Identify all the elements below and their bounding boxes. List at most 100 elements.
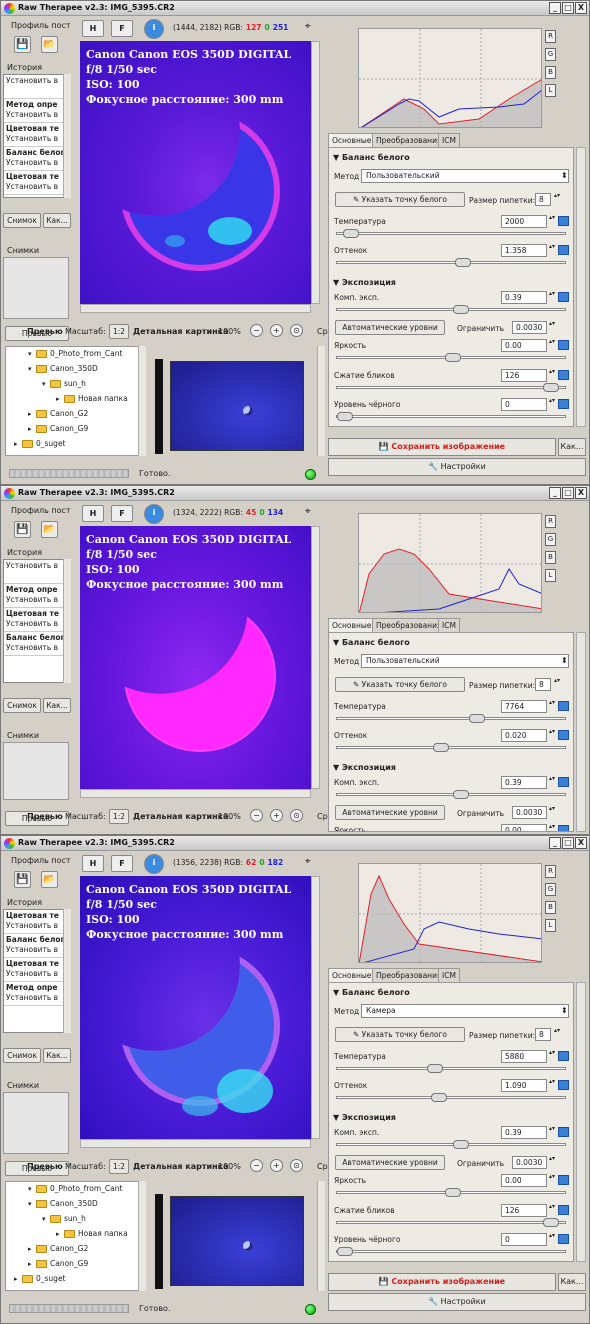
image-hscroll[interactable]	[80, 789, 311, 798]
method-dropdown[interactable]: Пользовательский	[361, 654, 569, 668]
history-item[interactable]: Цветовая те Установить в	[4, 958, 70, 982]
pick-white-button[interactable]: ✎ Указать точку белого	[335, 192, 465, 207]
info-icon[interactable]: i	[144, 854, 164, 874]
open-profile-icon[interactable]: 📂	[41, 36, 58, 53]
tint-reset-icon[interactable]	[558, 730, 569, 740]
history-item[interactable]: Баланс белог Установить в	[4, 934, 70, 958]
zoom-fit-icon[interactable]: ⊙	[290, 809, 303, 822]
expanded-arrow-icon[interactable]: ▾	[28, 1183, 36, 1196]
temperature-reset-icon[interactable]	[558, 701, 569, 711]
pipette-size-value[interactable]: 8	[535, 1028, 551, 1041]
black-level-stepper[interactable]: ▴▾	[548, 398, 556, 411]
exposure-comp-slider[interactable]	[336, 1140, 566, 1149]
history-nav-h-button[interactable]: H	[82, 855, 104, 872]
brightness-slider[interactable]	[336, 1188, 566, 1197]
black-level-slider[interactable]	[336, 412, 566, 421]
history-item[interactable]: Баланс белог Установить в	[4, 147, 70, 171]
pipette-size-stepper[interactable]: ▴▾	[553, 193, 561, 206]
tree-folder-item[interactable]: ▾ Canon_350D	[28, 362, 98, 375]
maximize-button[interactable]: □	[562, 487, 574, 499]
minimize-button[interactable]: _	[549, 2, 561, 14]
tint-slider-knob[interactable]	[431, 1093, 447, 1102]
tree-folder-item[interactable]: ▸ Новая папка	[56, 392, 128, 405]
tab-transform[interactable]: Преобразования	[372, 968, 446, 982]
zoom-in-icon[interactable]: +	[270, 324, 283, 337]
preview-image[interactable]: Canon Canon EOS 350D DIGITAL f/8 1/50 sec…	[80, 41, 311, 304]
tab-basic[interactable]: Основные	[328, 618, 376, 632]
snapshots-list[interactable]	[3, 742, 69, 800]
snapshot-button[interactable]: Снимок	[3, 698, 41, 713]
black-level-value[interactable]: 0	[501, 1233, 547, 1246]
tree-folder-item[interactable]: ▾ 0_Photo_from_Cant	[28, 347, 122, 360]
info-icon[interactable]: i	[144, 504, 164, 524]
temperature-stepper[interactable]: ▴▾	[548, 700, 556, 713]
thumbnail-scrollbar[interactable]	[317, 346, 325, 456]
thumbnail-scrollbar[interactable]	[317, 1181, 325, 1291]
highlight-compression-stepper[interactable]: ▴▾	[548, 369, 556, 382]
history-item[interactable]: Цветовая те Установить в	[4, 171, 70, 195]
exposure-comp-stepper[interactable]: ▴▾	[548, 776, 556, 789]
tab-icm[interactable]: ICM	[438, 618, 460, 632]
tab-basic[interactable]: Основные	[328, 968, 376, 982]
expanded-arrow-icon[interactable]: ▾	[42, 1213, 50, 1226]
tint-slider[interactable]	[336, 743, 566, 752]
temperature-stepper[interactable]: ▴▾	[548, 1050, 556, 1063]
tint-slider-knob[interactable]	[433, 743, 449, 752]
white-balance-section-header[interactable]: ▼ Баланс белого	[333, 988, 410, 997]
tree-folder-item[interactable]: ▸ Canon_G9	[28, 422, 88, 435]
save-profile-icon[interactable]: 💾	[14, 871, 31, 888]
exposure-comp-slider[interactable]	[336, 790, 566, 799]
snapshots-list[interactable]	[3, 257, 69, 319]
brightness-slider[interactable]	[336, 353, 566, 362]
brightness-stepper[interactable]: ▴▾	[548, 1174, 556, 1187]
brightness-value[interactable]: 0.00	[501, 1174, 547, 1187]
highlight-compression-slider[interactable]	[336, 383, 566, 392]
file-browser-tree[interactable]: ▾ 0_Photo_from_Cant ▾ Canon_350D ▾ sun_h ▸ Нова…	[5, 346, 145, 456]
temperature-slider[interactable]	[336, 1064, 566, 1073]
save-as-button[interactable]: Как...	[558, 438, 586, 456]
thumbnail-image[interactable]	[170, 361, 304, 451]
tint-stepper[interactable]: ▴▾	[548, 1079, 556, 1092]
tool-panel-scrollbar[interactable]	[576, 982, 586, 1262]
clip-value[interactable]: 0.0030	[512, 1156, 547, 1169]
highlight-compression-reset-icon[interactable]	[558, 370, 569, 380]
channel-g-button[interactable]: G	[545, 883, 556, 896]
tint-value[interactable]: 1.090	[501, 1079, 547, 1092]
tint-value[interactable]: 1.358	[501, 244, 547, 257]
expanded-arrow-icon[interactable]: ▾	[28, 1198, 36, 1211]
tree-folder-item[interactable]: ▸ Canon_G2	[28, 407, 88, 420]
black-level-reset-icon[interactable]	[558, 1234, 569, 1244]
tint-slider[interactable]	[336, 1093, 566, 1102]
highlight-compression-reset-icon[interactable]	[558, 1205, 569, 1215]
history-nav-f-button[interactable]: F	[111, 855, 133, 872]
crop-label[interactable]: Ср	[317, 1162, 328, 1171]
clip-stepper[interactable]: ▴▾	[548, 1156, 556, 1169]
snapshots-list[interactable]	[3, 1092, 69, 1154]
tab-basic[interactable]: Основные	[328, 133, 376, 147]
clip-value[interactable]: 0.0030	[512, 321, 547, 334]
pipette-size-stepper[interactable]: ▴▾	[553, 678, 561, 691]
image-hscroll[interactable]	[80, 304, 311, 313]
file-tree-scrollbar[interactable]	[138, 346, 146, 456]
auto-levels-button[interactable]: Автоматические уровни	[335, 1155, 445, 1170]
settings-button[interactable]: 🔧 Настройки	[328, 1293, 586, 1311]
file-tree-scrollbar[interactable]	[138, 1181, 146, 1291]
tool-panel-scrollbar[interactable]	[576, 632, 586, 832]
channel-r-button[interactable]: R	[545, 865, 556, 878]
tree-folder-item[interactable]: ▾ sun_h	[42, 1212, 86, 1225]
pin-icon[interactable]: ⌖	[305, 21, 311, 32]
exposure-section-header[interactable]: ▼ Экспозиция	[333, 763, 396, 772]
info-icon[interactable]: i	[144, 19, 164, 39]
temperature-value[interactable]: 5880	[501, 1050, 547, 1063]
black-level-reset-icon[interactable]	[558, 399, 569, 409]
preview-image[interactable]: Canon Canon EOS 350D DIGITAL f/8 1/50 sec…	[80, 876, 311, 1139]
image-hscroll[interactable]	[80, 1139, 311, 1148]
exposure-comp-value[interactable]: 0.39	[501, 1126, 547, 1139]
collapsed-arrow-icon[interactable]: ▸	[56, 1228, 64, 1241]
thumbnail-image[interactable]	[170, 1196, 304, 1286]
zoom-fit-icon[interactable]: ⊙	[290, 324, 303, 337]
save-profile-icon[interactable]: 💾	[14, 521, 31, 538]
exposure-comp-reset-icon[interactable]	[558, 1127, 569, 1137]
exposure-comp-stepper[interactable]: ▴▾	[548, 291, 556, 304]
zoom-out-icon[interactable]: −	[250, 809, 263, 822]
